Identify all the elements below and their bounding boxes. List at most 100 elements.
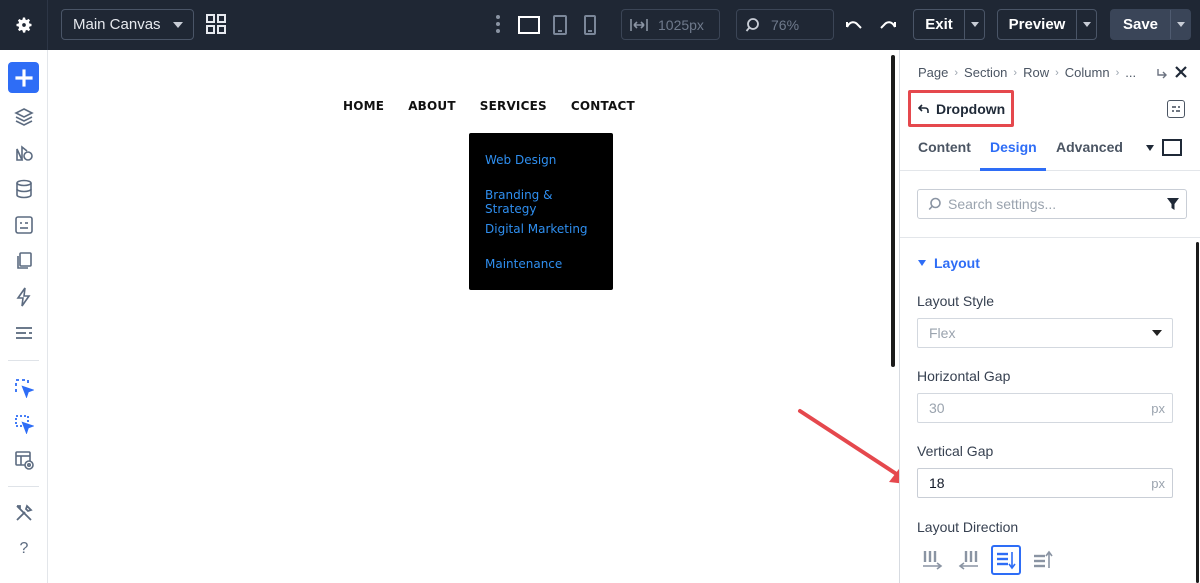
tab-design[interactable]: Design [990,139,1037,155]
database-icon[interactable] [12,177,36,201]
page-canvas: HOME ABOUT SERVICES CONTACT Web Design B… [49,50,899,583]
layout-section-title: Layout [934,255,980,271]
plus-icon [14,68,33,87]
help-icon[interactable]: ? [12,537,36,561]
module-options-icon[interactable] [1167,100,1185,118]
tab-advanced[interactable]: Advanced [1056,139,1123,155]
zoom-value: 76% [771,16,800,33]
preview-label: Preview [1008,16,1066,33]
preview-button[interactable]: Preview [997,9,1097,40]
canvas-width-field[interactable]: 1025px [621,9,720,40]
redo-icon[interactable] [876,13,900,37]
layout-style-label: Layout Style [917,293,995,309]
breadcrumb: Page › Section › Row › Column › ... [918,65,1136,80]
desktop-view-icon[interactable] [517,13,541,37]
canvas-select[interactable]: Main Canvas [61,9,194,40]
canvas-scrollbar[interactable] [891,55,895,367]
active-tab-underline [980,168,1046,171]
pages-icon[interactable] [12,249,36,273]
zoom-search-icon [745,17,759,32]
horizontal-gap-label: Horizontal Gap [917,368,1011,384]
theme-builder-icon[interactable] [12,141,36,165]
preview-layout-icon[interactable] [12,448,36,472]
undo-icon[interactable] [842,13,866,37]
module-title-highlight: Dropdown [908,90,1014,127]
layout-direction-options [917,545,1058,575]
filter-icon[interactable] [1166,197,1180,211]
breadcrumb-section[interactable]: Section [964,65,1007,80]
vertical-gap-input[interactable]: 18 px [917,468,1173,498]
services-dropdown-menu: Web Design Branding & Strategy Digital M… [469,133,613,290]
dropdown-item-branding[interactable]: Branding & Strategy [485,188,597,223]
tab-more-chevron-icon[interactable] [1146,145,1154,151]
horizontal-gap-input[interactable]: 30 px [917,393,1173,423]
save-label: Save [1122,16,1159,33]
exit-button[interactable]: Exit [913,9,985,40]
save-options-chevron-icon[interactable] [1170,10,1190,39]
layout-section-toggle[interactable]: Layout [918,255,980,271]
zoom-field[interactable]: 76% [736,9,834,40]
panel-scrollbar[interactable] [1196,242,1199,583]
breadcrumb-chevron-icon: › [1013,66,1018,79]
list-settings-icon[interactable] [12,321,36,345]
preview-options-chevron-icon[interactable] [1076,10,1096,39]
settings-search-input[interactable]: Search settings... [917,189,1187,219]
panel-tabs: Content Design Advanced [900,130,1200,171]
horizontal-gap-value: 30 [929,400,945,416]
layout-style-value: Flex [929,325,956,341]
sidebar-divider [8,360,39,361]
phone-view-icon[interactable] [578,13,602,37]
select-element-icon[interactable] [12,376,36,400]
lightning-icon[interactable] [12,285,36,309]
add-element-button[interactable] [8,62,39,93]
search-placeholder: Search settings... [948,196,1057,212]
exit-label: Exit [925,16,953,33]
top-toolbar: Main Canvas 1025px 76% Exit Preview Save [0,0,1200,50]
back-arrow-icon[interactable] [918,103,929,114]
settings-panel: Page › Section › Row › Column › ... Dropdown… [899,50,1200,583]
exit-options-chevron-icon[interactable] [964,10,984,39]
dropdown-item-digital-marketing[interactable]: Digital Marketing [485,222,597,257]
canvas-width-value: 1025px [658,16,704,33]
breadcrumb-chevron-icon: › [1055,66,1059,79]
nav-item-contact[interactable]: CONTACT [571,99,635,113]
settings-gear-icon[interactable] [0,0,48,50]
breadcrumb-row[interactable]: Row [1023,65,1049,80]
direction-row-reverse-icon[interactable] [954,545,984,575]
module-title: Dropdown [936,100,1006,117]
breadcrumb-more[interactable]: ... [1125,65,1136,80]
breadcrumb-column[interactable]: Column [1065,65,1110,80]
dropdown-item-web-design[interactable]: Web Design [485,153,597,188]
tab-content[interactable]: Content [918,139,971,155]
save-button[interactable]: Save [1110,9,1191,40]
chevron-down-icon [173,22,183,28]
direction-column-reverse-icon[interactable] [1028,545,1058,575]
preview-frame-icon[interactable] [1162,139,1182,156]
dropdown-item-maintenance[interactable]: Maintenance [485,257,597,292]
breadcrumb-page[interactable]: Page [918,65,948,80]
close-icon[interactable] [1174,65,1188,84]
nav-item-home[interactable]: HOME [343,99,384,113]
vertical-gap-value: 18 [929,475,945,491]
tablet-view-icon[interactable] [548,13,572,37]
nav-item-about[interactable]: ABOUT [408,99,456,113]
left-sidebar: ? [0,50,48,583]
layout-style-select[interactable]: Flex [917,318,1173,348]
vertical-gap-unit[interactable]: px [1151,476,1165,491]
select-container-icon[interactable] [12,412,36,436]
direction-row-icon[interactable] [917,545,947,575]
direction-column-icon[interactable] [991,545,1021,575]
grid-layout-icon[interactable] [204,12,228,36]
nav-item-services[interactable]: SERVICES [480,99,547,113]
horizontal-gap-unit[interactable]: px [1151,401,1165,416]
more-vertical-icon[interactable] [492,12,504,36]
breadcrumb-chevron-icon: › [954,66,959,79]
site-navigation: HOME ABOUT SERVICES CONTACT [343,99,635,113]
return-arrow-icon[interactable] [1156,67,1168,85]
layers-icon[interactable] [12,105,36,129]
tools-icon[interactable] [12,501,36,525]
vertical-gap-label: Vertical Gap [917,443,994,459]
forms-icon[interactable] [12,213,36,237]
width-resize-icon [630,18,648,31]
breadcrumb-chevron-icon: › [1115,66,1120,79]
